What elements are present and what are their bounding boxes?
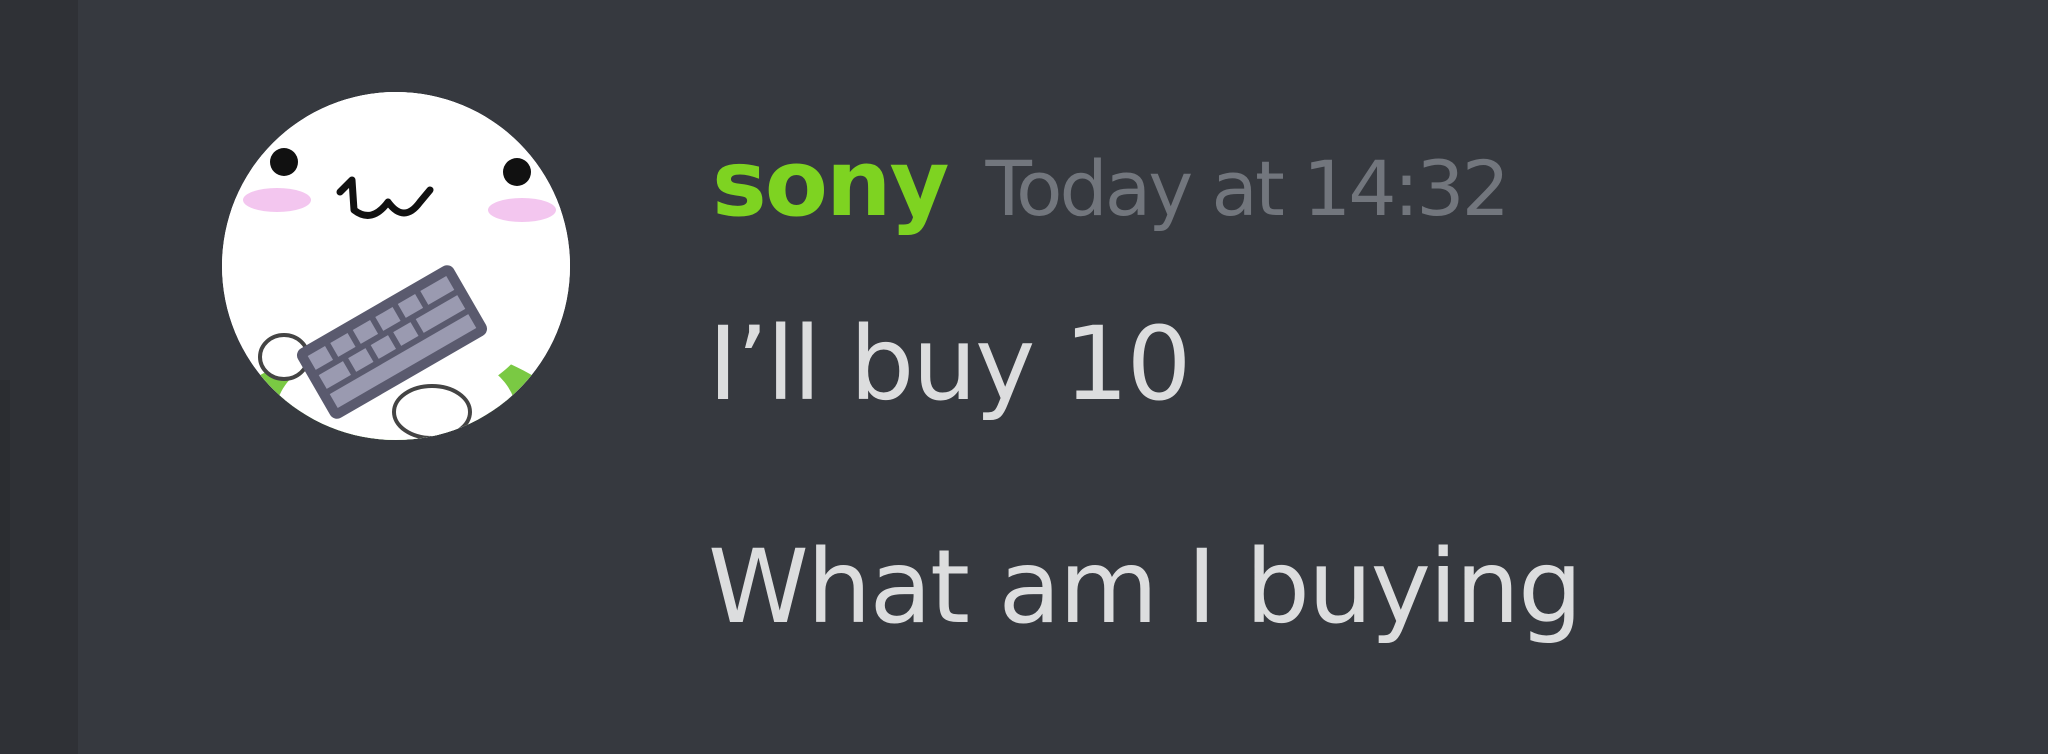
cat-holding-keyboard-avatar-icon xyxy=(222,92,570,440)
username[interactable]: sony xyxy=(712,130,949,237)
message-timestamp: Today at 14:32 xyxy=(985,144,1510,233)
user-avatar[interactable] xyxy=(222,92,570,440)
message-header: sony Today at 14:32 xyxy=(712,130,1510,250)
chat-pane: sony Today at 14:32 I’ll buy 10 What am … xyxy=(0,0,2048,754)
message-line: What am I buying xyxy=(708,528,1583,647)
message-line: I’ll buy 10 xyxy=(708,305,1192,424)
chat-message: sony Today at 14:32 I’ll buy 10 What am … xyxy=(0,0,2048,754)
